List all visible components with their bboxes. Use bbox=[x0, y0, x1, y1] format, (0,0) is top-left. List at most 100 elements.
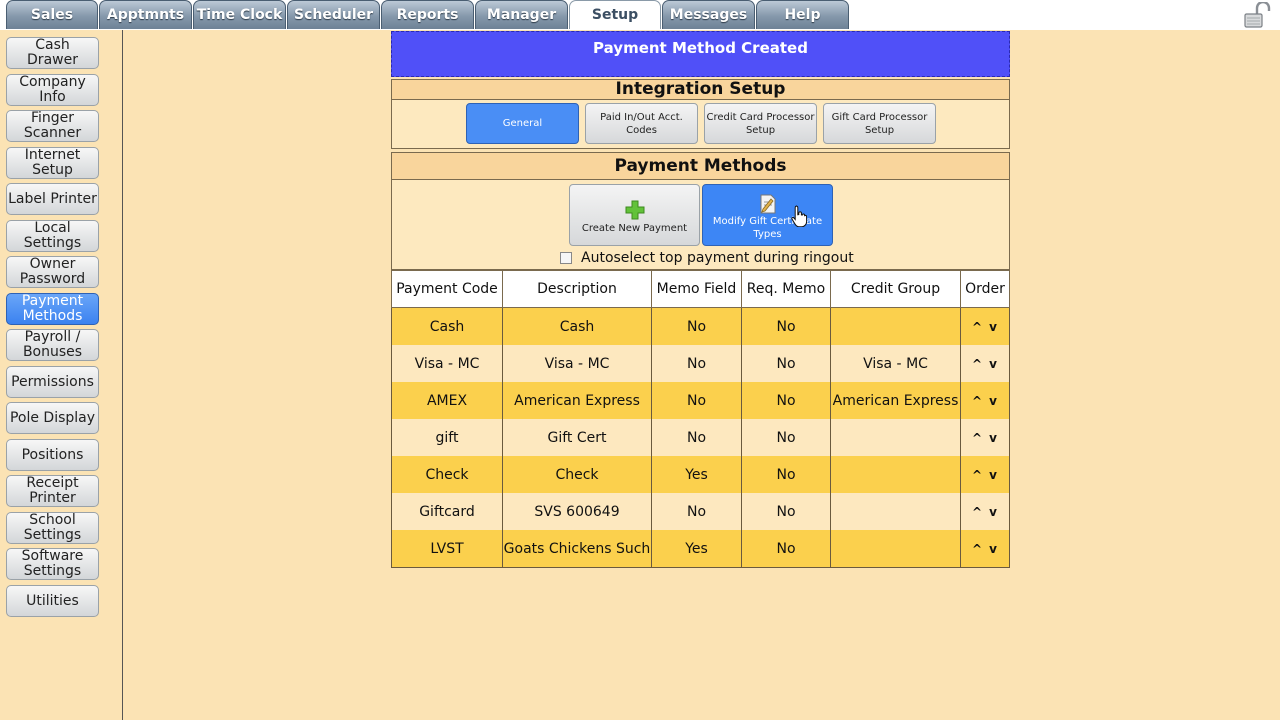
req-memo-cell: No bbox=[741, 456, 831, 493]
credit-group-cell bbox=[830, 530, 961, 568]
move-up-icon[interactable]: ^ bbox=[969, 320, 985, 334]
tab-apptmnts[interactable]: Apptmnts bbox=[99, 0, 192, 29]
move-down-icon[interactable]: v bbox=[985, 468, 1001, 482]
column-header[interactable]: Order bbox=[960, 270, 1010, 308]
tab-setup[interactable]: Setup bbox=[569, 0, 661, 29]
table-row[interactable]: Giftcard SVS 600649 No No ^ v bbox=[391, 493, 1010, 530]
table-row[interactable]: gift Gift Cert No No ^ v bbox=[391, 419, 1010, 456]
payment-code-cell: gift bbox=[391, 419, 503, 456]
payment-code-cell: LVST bbox=[391, 530, 503, 568]
move-up-icon[interactable]: ^ bbox=[969, 542, 985, 556]
sidebar-item-owner-password[interactable]: Owner Password bbox=[6, 256, 99, 288]
table-row[interactable]: LVST Goats Chickens Such Yes No ^ v bbox=[391, 530, 1010, 568]
description-cell: Check bbox=[502, 456, 652, 493]
autoselect-checkbox[interactable] bbox=[560, 252, 572, 264]
move-down-icon[interactable]: v bbox=[985, 505, 1001, 519]
memo-field-cell: No bbox=[651, 419, 742, 456]
sidebar-item-company-info[interactable]: Company Info bbox=[6, 74, 99, 106]
modify-gift-certificate-types-label: Modify Gift Certificate Types bbox=[712, 216, 823, 240]
credit-group-cell bbox=[830, 419, 961, 456]
column-header[interactable]: Memo Field bbox=[651, 270, 742, 308]
sidebar-item-receipt-printer[interactable]: Receipt Printer bbox=[6, 475, 99, 507]
sidebar-item-label-printer[interactable]: Label Printer bbox=[6, 183, 99, 215]
unlock-icon[interactable] bbox=[1243, 2, 1271, 29]
tab-manager[interactable]: Manager bbox=[475, 0, 568, 29]
table-row[interactable]: Cash Cash No No ^ v bbox=[391, 307, 1010, 345]
create-new-payment-label: Create New Payment bbox=[581, 223, 688, 234]
sidebar-item-software-settings[interactable]: Software Settings bbox=[6, 548, 99, 580]
sidebar-item-utilities[interactable]: Utilities bbox=[6, 585, 99, 617]
req-memo-cell: No bbox=[741, 493, 831, 530]
memo-field-cell: No bbox=[651, 382, 742, 419]
general-button[interactable]: General bbox=[466, 103, 579, 144]
memo-field-cell: No bbox=[651, 493, 742, 530]
req-memo-cell: No bbox=[741, 382, 831, 419]
sidebar-item-cash-drawer[interactable]: Cash Drawer bbox=[6, 37, 99, 69]
move-down-icon[interactable]: v bbox=[985, 431, 1001, 445]
top-nav: Sales Apptmnts Time Clock Scheduler Repo… bbox=[0, 0, 1280, 30]
hand-cursor-icon bbox=[791, 205, 807, 227]
move-up-icon[interactable]: ^ bbox=[969, 468, 985, 482]
description-cell: Visa - MC bbox=[502, 345, 652, 382]
paid-in-out-codes-button[interactable]: Paid In/Out Acct. Codes bbox=[585, 103, 698, 144]
order-cell: ^ v bbox=[960, 456, 1010, 493]
tab-help[interactable]: Help bbox=[756, 0, 849, 29]
payment-methods-table: Payment Code Description Memo Field Req.… bbox=[391, 270, 1010, 568]
description-cell: American Express bbox=[502, 382, 652, 419]
memo-field-cell: No bbox=[651, 307, 742, 345]
tab-reports[interactable]: Reports bbox=[381, 0, 474, 29]
credit-card-processor-button[interactable]: Credit Card Processor Setup bbox=[704, 103, 817, 144]
column-header[interactable]: Req. Memo bbox=[741, 270, 831, 308]
req-memo-cell: No bbox=[741, 419, 831, 456]
modify-gift-certificate-types-button[interactable]: Modify Gift Certificate Types bbox=[702, 184, 833, 246]
payment-code-cell: AMEX bbox=[391, 382, 503, 419]
sidebar-item-internet-setup[interactable]: Internet Setup bbox=[6, 147, 99, 179]
payment-methods-title: Payment Methods bbox=[391, 152, 1010, 180]
req-memo-cell: No bbox=[741, 307, 831, 345]
table-header-row: Payment Code Description Memo Field Req.… bbox=[391, 270, 1010, 308]
order-cell: ^ v bbox=[960, 530, 1010, 568]
sidebar-item-payment-methods[interactable]: Payment Methods bbox=[6, 293, 99, 325]
order-cell: ^ v bbox=[960, 345, 1010, 382]
memo-field-cell: Yes bbox=[651, 530, 742, 568]
gift-card-processor-button[interactable]: Gift Card Processor Setup bbox=[823, 103, 936, 144]
column-header[interactable]: Description bbox=[502, 270, 652, 308]
move-up-icon[interactable]: ^ bbox=[969, 431, 985, 445]
payment-code-cell: Check bbox=[391, 456, 503, 493]
autoselect-toggle[interactable]: Autoselect top payment during ringout bbox=[560, 250, 854, 266]
sidebar: Cash Drawer Company Info Finger Scanner … bbox=[0, 30, 123, 720]
sidebar-item-positions[interactable]: Positions bbox=[6, 439, 99, 471]
column-header[interactable]: Credit Group bbox=[830, 270, 961, 308]
move-down-icon[interactable]: v bbox=[985, 320, 1001, 334]
move-down-icon[interactable]: v bbox=[985, 542, 1001, 556]
column-header[interactable]: Payment Code bbox=[391, 270, 503, 308]
sidebar-item-local-settings[interactable]: Local Settings bbox=[6, 220, 99, 252]
move-down-icon[interactable]: v bbox=[985, 357, 1001, 371]
sidebar-item-permissions[interactable]: Permissions bbox=[6, 366, 99, 398]
payment-code-cell: Giftcard bbox=[391, 493, 503, 530]
sidebar-item-finger-scanner[interactable]: Finger Scanner bbox=[6, 110, 99, 142]
tab-sales[interactable]: Sales bbox=[6, 0, 98, 29]
sidebar-item-pole-display[interactable]: Pole Display bbox=[6, 402, 99, 434]
tab-scheduler[interactable]: Scheduler bbox=[287, 0, 380, 29]
sidebar-item-school-settings[interactable]: School Settings bbox=[6, 512, 99, 544]
tab-time-clock[interactable]: Time Clock bbox=[193, 0, 286, 29]
credit-group-cell: American Express bbox=[830, 382, 961, 419]
table-row[interactable]: Check Check Yes No ^ v bbox=[391, 456, 1010, 493]
move-up-icon[interactable]: ^ bbox=[969, 357, 985, 371]
req-memo-cell: No bbox=[741, 345, 831, 382]
autoselect-label: Autoselect top payment during ringout bbox=[581, 250, 854, 266]
move-down-icon[interactable]: v bbox=[985, 394, 1001, 408]
tab-messages[interactable]: Messages bbox=[662, 0, 755, 29]
move-up-icon[interactable]: ^ bbox=[969, 505, 985, 519]
credit-group-cell bbox=[830, 307, 961, 345]
move-up-icon[interactable]: ^ bbox=[969, 394, 985, 408]
sidebar-item-payroll-bonuses[interactable]: Payroll / Bonuses bbox=[6, 329, 99, 361]
order-cell: ^ v bbox=[960, 382, 1010, 419]
description-cell: Goats Chickens Such bbox=[502, 530, 652, 568]
integration-setup-title: Integration Setup bbox=[391, 79, 1010, 100]
create-new-payment-button[interactable]: Create New Payment bbox=[569, 184, 700, 246]
table-row[interactable]: AMEX American Express No No American Exp… bbox=[391, 382, 1010, 419]
order-cell: ^ v bbox=[960, 419, 1010, 456]
table-row[interactable]: Visa - MC Visa - MC No No Visa - MC ^ v bbox=[391, 345, 1010, 382]
